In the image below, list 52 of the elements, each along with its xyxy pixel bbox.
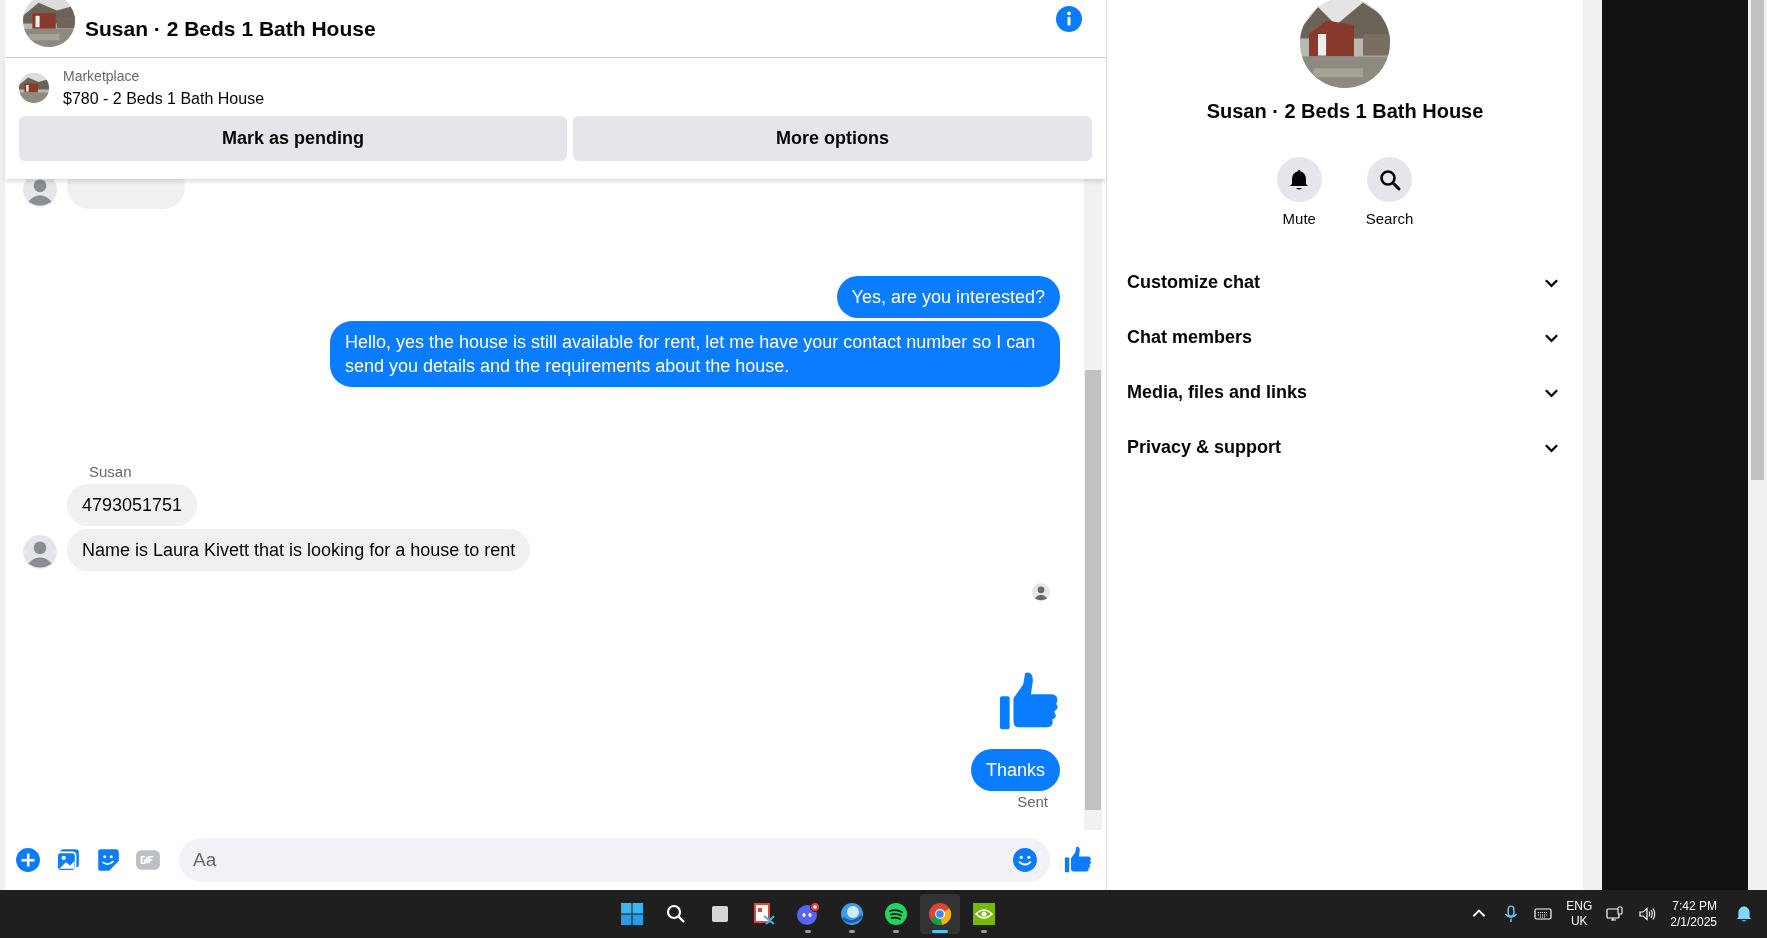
chevron-icon: [1544, 442, 1559, 453]
language-indicator[interactable]: ENG UK: [1566, 899, 1593, 929]
delivery-status: Sent: [1017, 793, 1048, 810]
read-receipt-icon: [1032, 583, 1050, 601]
eye-app-icon: [972, 902, 996, 926]
listing-title: $780 - 2 Beds 1 Bath House: [63, 90, 265, 108]
photo-icon[interactable]: [55, 847, 81, 873]
search-button[interactable]: [1367, 157, 1412, 202]
avatar-icon: [23, 535, 57, 569]
sticker-icon[interactable]: [95, 847, 121, 873]
chevron-icon: [1544, 387, 1559, 398]
collapsible-section[interactable]: Customize chat: [1127, 255, 1559, 310]
message-bubble: Name is Laura Kivett that is looking for a house to rent: [67, 529, 531, 571]
message-bubble: Thanks: [970, 749, 1060, 791]
orb-icon: [840, 902, 864, 926]
network-icon[interactable]: [1606, 905, 1625, 923]
message-bubble: Hello, yes the house is still available for rent, let me have your contact number so I can send you details and the requirements about the house.: [330, 321, 1060, 387]
emoji-icon[interactable]: [1012, 847, 1038, 873]
taskbar-app[interactable]: [920, 894, 960, 934]
action-label: Mute: [1282, 210, 1316, 227]
chat-app-icon: [796, 902, 820, 926]
browser-icon: [928, 902, 952, 926]
message-bubble: Yes, are you interested?: [836, 276, 1060, 318]
listing-action-button[interactable]: More options: [573, 116, 1092, 161]
mute-button[interactable]: [1276, 157, 1322, 202]
windows-icon: [620, 902, 644, 926]
collapsible-section[interactable]: Media, files and links: [1127, 365, 1559, 420]
chat-title: Susan · 2 Beds 1 Bath House: [85, 16, 377, 41]
notification-bell-icon[interactable]: [1735, 905, 1753, 923]
keyboard-icon[interactable]: [1534, 905, 1553, 923]
collapsible-section[interactable]: Privacy & support: [1127, 420, 1559, 475]
music-app-icon: [884, 902, 908, 926]
sender-name: Susan: [89, 463, 132, 480]
info-icon[interactable]: [1056, 5, 1082, 32]
search-icon: [1377, 167, 1402, 192]
volume-icon[interactable]: [1638, 905, 1657, 923]
message-input[interactable]: Aa: [179, 838, 1050, 882]
snipping-icon: [752, 902, 776, 926]
action-label: Search: [1365, 210, 1414, 227]
chevron-icon: [1544, 332, 1559, 343]
collapsible-section[interactable]: Chat members: [1127, 310, 1559, 365]
thumbs-up-icon[interactable]: [1064, 846, 1092, 874]
plus-icon[interactable]: [15, 847, 41, 873]
clock[interactable]: 7:42 PM 2/1/2025: [1670, 898, 1717, 930]
listing-action-button[interactable]: Mark as pending: [19, 116, 567, 161]
scrollbar[interactable]: [1748, 0, 1767, 890]
conversation-name: Susan · 2 Beds 1 Bath House: [1206, 100, 1484, 123]
chevron-icon: [1544, 277, 1559, 288]
listing-source: Marketplace: [63, 68, 141, 84]
avatar-icon: [23, 179, 57, 207]
message-bubble: 4793051751: [67, 484, 198, 526]
scrollbar[interactable]: [1084, 179, 1102, 830]
